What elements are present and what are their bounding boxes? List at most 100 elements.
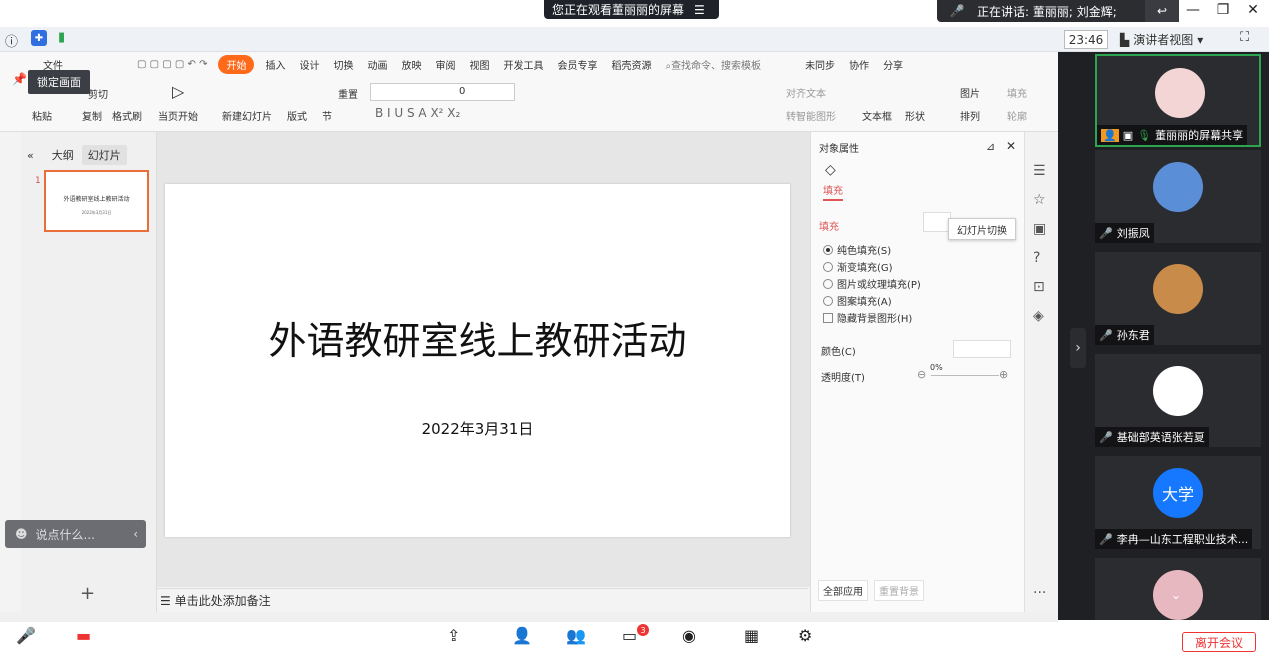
hide-bg-checkbox[interactable]: 隐藏背景图形(H): [823, 310, 912, 325]
panel-close-icon[interactable]: ✕: [1006, 139, 1016, 153]
menu-developer[interactable]: 开发工具: [496, 57, 550, 72]
share-button[interactable]: 分享: [876, 57, 910, 72]
lock-screen-button[interactable]: 锁定画面: [28, 70, 90, 94]
outline-button[interactable]: 轮廓: [1007, 108, 1027, 123]
menu-docer[interactable]: 稻壳资源: [604, 57, 658, 72]
pin-icon[interactable]: 📌: [12, 72, 27, 86]
align-text-button[interactable]: 对齐文本: [786, 85, 826, 100]
leave-meeting-button[interactable]: 离开会议: [1182, 632, 1256, 652]
tab-slides[interactable]: 幻灯片: [81, 145, 127, 165]
record-icon[interactable]: ◉: [682, 626, 696, 645]
apply-all-button[interactable]: 全部应用: [818, 580, 868, 601]
menu-insert[interactable]: 插入: [258, 57, 292, 72]
pattern-fill-option[interactable]: 图案填充(A): [823, 293, 892, 308]
slide-transition-icon[interactable]: ▣: [1033, 221, 1046, 237]
font-format-icons[interactable]: B I U S A X² X₂: [375, 106, 460, 120]
menu-animation[interactable]: 动画: [360, 57, 394, 72]
quick-access-toolbar[interactable]: ▢ ▢ ▢ ▢ ↶ ↷: [130, 59, 214, 70]
camera-off-icon[interactable]: ▬: [76, 626, 91, 645]
arrange-button[interactable]: 排列: [960, 108, 980, 123]
transparency-slider[interactable]: [931, 375, 999, 376]
slide[interactable]: 外语教研室线上教研活动 2022年3月31日: [165, 184, 790, 537]
picture-fill-option[interactable]: 图片或纹理填充(P): [823, 276, 921, 291]
chevron-down-icon[interactable]: ⌄: [1171, 588, 1181, 602]
participant-tile[interactable]: 🎤 基础部英语张若夏: [1095, 354, 1261, 447]
mute-mic-icon[interactable]: 🎤: [16, 626, 36, 645]
slide-thumbnail[interactable]: 外语教研室线上教研活动 2022年3月31日: [44, 170, 149, 232]
gradient-fill-option[interactable]: 渐变填充(G): [823, 259, 893, 274]
command-search[interactable]: ⌕查找命令、搜索模板: [658, 57, 768, 72]
participant-tile[interactable]: 👤 ▣ 🎙 董丽丽的屏幕共享: [1095, 54, 1261, 147]
tab-outline[interactable]: 大纲: [52, 147, 74, 163]
collab-button[interactable]: 协作: [842, 57, 876, 72]
copy-button[interactable]: 复制: [82, 108, 102, 123]
animation-icon[interactable]: ⊡: [1033, 279, 1045, 295]
signal-icon[interactable]: ▮: [58, 30, 65, 45]
dock-icon[interactable]: ⊿: [986, 140, 995, 153]
participant-tile[interactable]: 🎤 孙东君: [1095, 252, 1261, 345]
fullscreen-icon[interactable]: ⛶: [1240, 30, 1249, 45]
participant-tile[interactable]: 大学 🎤 李冉—山东工程职业技术...: [1095, 456, 1261, 549]
invite-icon[interactable]: 👤: [512, 626, 532, 645]
color-select[interactable]: [953, 340, 1011, 358]
settings-gear-icon[interactable]: ⚙: [798, 626, 812, 645]
menu-review[interactable]: 审阅: [428, 57, 462, 72]
star-icon[interactable]: ☆: [1033, 192, 1046, 208]
format-painter-button[interactable]: 格式刷: [112, 108, 142, 123]
menu-member[interactable]: 会员专享: [550, 57, 604, 72]
participant-tile[interactable]: 🎤 刘振凤: [1095, 150, 1261, 243]
slide-title[interactable]: 外语教研室线上教研活动: [165, 310, 790, 365]
smart-shape-button[interactable]: 转智能图形: [786, 108, 836, 123]
participant-tile[interactable]: ⌄: [1095, 558, 1261, 620]
collapse-panel-icon[interactable]: ›: [1070, 328, 1086, 368]
sync-status[interactable]: 未同步: [798, 57, 842, 72]
chevron-left-icon[interactable]: ‹: [133, 527, 138, 541]
textbox-button[interactable]: 文本框: [862, 108, 892, 123]
compass-icon[interactable]: ◈: [1033, 308, 1044, 324]
solid-fill-option[interactable]: 纯色填充(S): [823, 242, 891, 257]
viewing-screen-banner[interactable]: 您正在观看董丽丽的屏幕 ☰: [544, 0, 719, 19]
add-slide-icon[interactable]: +: [80, 583, 95, 604]
reset-bg-button[interactable]: 重置背景: [874, 580, 924, 601]
info-icon[interactable]: ⓘ: [5, 31, 18, 50]
shape-button[interactable]: 形状: [905, 108, 925, 123]
minus-icon[interactable]: ⊖: [917, 368, 926, 381]
help-icon[interactable]: ?: [1033, 250, 1040, 266]
chat-icon[interactable]: ▭: [622, 626, 637, 645]
members-icon[interactable]: 👥: [566, 626, 586, 645]
paste-button[interactable]: 粘贴: [32, 108, 52, 123]
minimize-icon[interactable]: —: [1180, 2, 1206, 22]
fill-button[interactable]: 填充: [1007, 85, 1027, 100]
from-current-button[interactable]: 当页开始: [158, 108, 198, 123]
close-icon[interactable]: ✕: [1240, 2, 1266, 22]
emoji-icon[interactable]: ☻: [15, 527, 28, 541]
collapse-icon[interactable]: «: [27, 149, 34, 162]
apps-icon[interactable]: ▦: [744, 626, 759, 645]
plus-icon[interactable]: ⊕: [999, 368, 1008, 381]
picture-button[interactable]: 图片: [960, 85, 980, 100]
vertical-scrollbar[interactable]: [800, 132, 810, 587]
menu-design[interactable]: 设计: [292, 57, 326, 72]
chat-input[interactable]: ☻ 说点什么... ‹: [5, 520, 146, 548]
reset-button[interactable]: 重置: [338, 86, 358, 101]
section-button[interactable]: 节: [322, 108, 332, 123]
font-size-select[interactable]: 0: [370, 83, 515, 101]
fill-preview[interactable]: [923, 212, 951, 232]
share-screen-icon[interactable]: ⇪: [447, 626, 460, 645]
slide-date[interactable]: 2022年3月31日: [165, 418, 790, 439]
return-icon[interactable]: ↩: [1145, 0, 1179, 22]
menu-icon[interactable]: ☰: [694, 3, 705, 17]
menu-transition[interactable]: 切换: [326, 57, 360, 72]
more-icon[interactable]: ···: [1033, 585, 1046, 601]
menu-slideshow[interactable]: 放映: [394, 57, 428, 72]
shield-icon[interactable]: ✚: [31, 30, 47, 46]
new-slide-button[interactable]: 新建幻灯片: [222, 108, 272, 123]
restore-icon[interactable]: ❐: [1210, 2, 1236, 22]
presenter-view-button[interactable]: ▙ 演讲者视图 ▾: [1120, 30, 1233, 49]
cut-button[interactable]: 剪切: [88, 86, 108, 101]
layout-button[interactable]: 版式: [287, 108, 307, 123]
menu-view[interactable]: 视图: [462, 57, 496, 72]
settings-sliders-icon[interactable]: ☰: [1033, 163, 1046, 179]
fill-tab[interactable]: 填充: [823, 182, 843, 201]
menu-home[interactable]: 开始: [218, 54, 255, 74]
